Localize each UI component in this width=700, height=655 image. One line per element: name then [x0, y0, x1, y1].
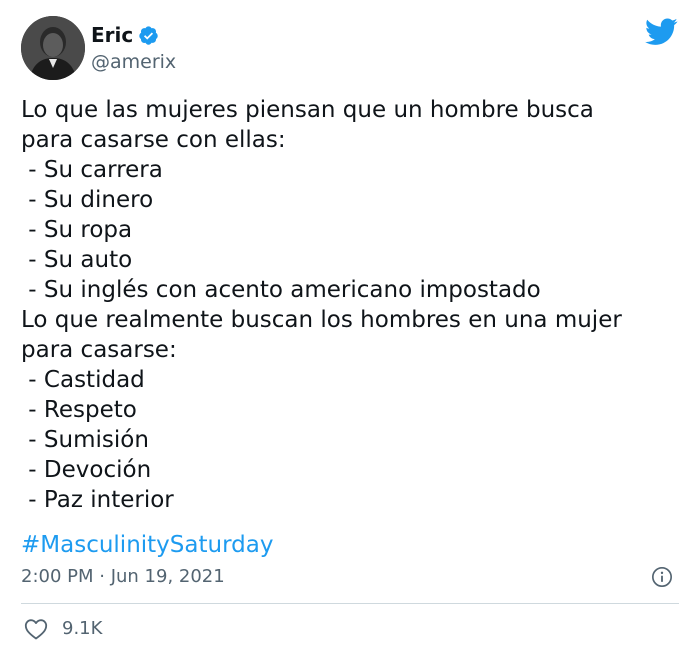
like-button[interactable]: 9.1K	[24, 618, 102, 640]
verified-badge-icon	[139, 25, 158, 45]
tweet-card: Eric @amerix Lo que las mujeres piensan …	[0, 0, 700, 655]
tweet-line: Lo que las mujeres piensan que un hombre…	[21, 97, 594, 123]
divider	[21, 603, 679, 604]
tweet-text: Lo que las mujeres piensan que un hombre…	[21, 95, 686, 515]
tweet-line: - Su carrera	[21, 157, 163, 183]
tweet-line: - Sumisión	[21, 427, 149, 453]
tweet-line: - Devoción	[21, 457, 152, 483]
tweet-line: Lo que realmente buscan los hombres en u…	[21, 307, 622, 333]
tweet-line: - Su auto	[21, 247, 133, 273]
tweet-line: para casarse:	[21, 337, 177, 363]
hashtag-link[interactable]: #MasculinitySaturday	[21, 530, 273, 560]
tweet-line: - Su ropa	[21, 217, 133, 243]
avatar-portrait	[21, 16, 85, 80]
heart-icon[interactable]	[24, 618, 48, 640]
user-name-row[interactable]: Eric	[91, 22, 159, 48]
twitter-bird-icon[interactable]	[645, 18, 678, 46]
avatar[interactable]	[21, 16, 85, 80]
tweet-line: para casarse con ellas:	[21, 127, 286, 153]
tweet-timestamp[interactable]: 2:00 PM · Jun 19, 2021	[21, 565, 225, 589]
like-count: 9.1K	[62, 618, 103, 639]
tweet-line: - Su inglés con acento americano imposta…	[21, 277, 541, 303]
tweet-line: - Castidad	[21, 367, 145, 393]
user-handle[interactable]: @amerix	[91, 50, 176, 74]
tweet-line: - Paz interior	[21, 487, 174, 513]
info-icon[interactable]	[651, 566, 673, 588]
tweet-line: - Su dinero	[21, 187, 154, 213]
user-name[interactable]: Eric	[91, 22, 133, 48]
tweet-line: - Respeto	[21, 397, 137, 423]
